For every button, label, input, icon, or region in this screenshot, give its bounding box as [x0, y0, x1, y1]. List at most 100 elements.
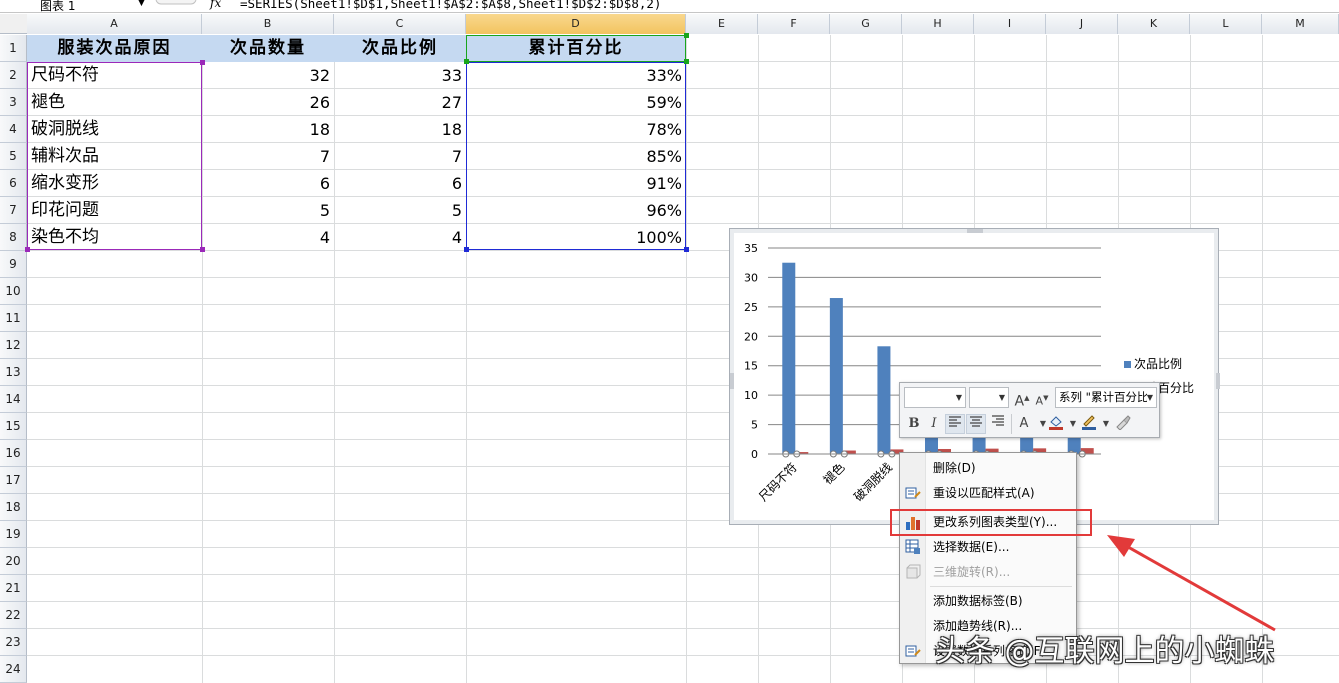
row-header[interactable]: 15 — [0, 413, 27, 440]
cell-c4[interactable]: 18 — [334, 116, 466, 143]
menu-item-select-data[interactable]: 选择数据(E)... — [900, 535, 1076, 559]
cell-b6[interactable]: 6 — [202, 170, 334, 197]
row-header[interactable]: 22 — [0, 602, 27, 629]
legend-swatch[interactable] — [1124, 361, 1131, 368]
align-left-icon[interactable] — [945, 414, 965, 434]
row-header[interactable]: 13 — [0, 359, 27, 386]
column-header-d[interactable]: D — [466, 14, 686, 34]
align-center-icon[interactable] — [966, 414, 986, 434]
formula-input[interactable]: =SERIES(Sheet1!$D$1,Sheet1!$A$2:$A$8,She… — [240, 0, 661, 11]
font-color-button[interactable]: A — [1014, 414, 1034, 434]
shrink-font-icon[interactable]: A▼ — [1032, 388, 1052, 408]
row-header[interactable]: 16 — [0, 440, 27, 467]
bar[interactable] — [782, 262, 796, 454]
y-tick-label[interactable]: 5 — [751, 419, 758, 432]
y-tick-label[interactable]: 10 — [744, 389, 758, 402]
grow-font-icon[interactable]: A▲ — [1012, 388, 1032, 410]
y-tick-label[interactable]: 30 — [744, 271, 758, 284]
font-name-combo[interactable]: ▼ — [904, 387, 966, 408]
name-box[interactable]: 图表 1 — [40, 0, 75, 12]
cell-b1[interactable]: 次品数量 — [202, 35, 334, 62]
range-handle[interactable] — [200, 247, 205, 252]
legend-label[interactable]: 次品比例 — [1134, 357, 1182, 371]
x-tick-label[interactable]: 破洞脱线 — [850, 460, 895, 505]
font-size-combo[interactable]: ▼ — [969, 387, 1009, 408]
cell-a1[interactable]: 服装次品原因 — [27, 35, 202, 62]
category-range-highlight[interactable] — [27, 62, 202, 250]
cell-c6[interactable]: 6 — [334, 170, 466, 197]
row-header[interactable]: 10 — [0, 278, 27, 305]
cell-c8[interactable]: 4 — [334, 224, 466, 251]
cell-c3[interactable]: 27 — [334, 89, 466, 116]
range-handle[interactable] — [25, 247, 30, 252]
x-tick-label[interactable]: 尺码不符 — [755, 460, 800, 505]
y-tick-label[interactable]: 20 — [744, 330, 758, 343]
row-header[interactable]: 14 — [0, 386, 27, 413]
series-name-highlight[interactable] — [466, 35, 686, 62]
row-header[interactable]: 3 — [0, 89, 27, 116]
range-handle[interactable] — [464, 59, 469, 64]
insert-function-button[interactable]: fx — [210, 0, 221, 10]
row-header[interactable]: 6 — [0, 170, 27, 197]
column-header-i[interactable]: I — [974, 14, 1046, 34]
row-header[interactable]: 7 — [0, 197, 27, 224]
y-tick-label[interactable]: 0 — [751, 448, 758, 461]
y-tick-label[interactable]: 35 — [744, 242, 758, 255]
row-header[interactable]: 9 — [0, 251, 27, 278]
row-header[interactable]: 20 — [0, 548, 27, 575]
align-right-icon[interactable] — [988, 414, 1008, 434]
cell-b3[interactable]: 26 — [202, 89, 334, 116]
menu-item-reset-style[interactable]: 重设以匹配样式(A) — [900, 481, 1076, 505]
chart-resize-handle[interactable] — [730, 373, 734, 389]
row-header[interactable]: 19 — [0, 521, 27, 548]
cell-c7[interactable]: 5 — [334, 197, 466, 224]
cell-b4[interactable]: 18 — [202, 116, 334, 143]
chart-resize-handle[interactable] — [967, 229, 983, 233]
bold-button[interactable]: B — [904, 414, 924, 434]
series-values-highlight[interactable] — [466, 62, 686, 250]
column-header-a[interactable]: A — [27, 14, 202, 34]
column-header-f[interactable]: F — [758, 14, 830, 34]
column-header-g[interactable]: G — [830, 14, 902, 34]
x-tick-label[interactable]: 褪色 — [820, 460, 848, 488]
cell-b2[interactable]: 32 — [202, 62, 334, 89]
column-header-m[interactable]: M — [1262, 14, 1339, 34]
row-header[interactable]: 2 — [0, 62, 27, 89]
range-handle[interactable] — [684, 59, 689, 64]
menu-item-delete[interactable]: 删除(D) — [900, 456, 1076, 480]
y-tick-label[interactable]: 25 — [744, 301, 758, 314]
chart-element-combo[interactable]: 系列 "累计百分比" ▼ — [1055, 387, 1157, 408]
row-header[interactable]: 17 — [0, 467, 27, 494]
row-header[interactable]: 21 — [0, 575, 27, 602]
cell-c1[interactable]: 次品比例 — [334, 35, 466, 62]
row-header[interactable]: 8 — [0, 224, 27, 251]
row-header[interactable]: 1 — [0, 35, 27, 62]
column-header-e[interactable]: E — [686, 14, 758, 34]
cell-b8[interactable]: 4 — [202, 224, 334, 251]
name-box-dropdown-icon[interactable]: ▼ — [138, 0, 145, 8]
menu-item-add-data-labels[interactable]: 添加数据标签(B) — [900, 589, 1076, 613]
range-handle[interactable] — [200, 60, 205, 65]
column-header-j[interactable]: J — [1046, 14, 1118, 34]
y-tick-label[interactable]: 15 — [744, 360, 758, 373]
row-header[interactable]: 4 — [0, 116, 27, 143]
cell-c2[interactable]: 33 — [334, 62, 466, 89]
chart-resize-handle[interactable] — [1216, 373, 1220, 389]
column-header-h[interactable]: H — [902, 14, 974, 34]
row-header[interactable]: 5 — [0, 143, 27, 170]
row-header[interactable]: 23 — [0, 629, 27, 656]
italic-button[interactable]: I — [924, 414, 944, 434]
format-painter-icon[interactable] — [1113, 414, 1133, 434]
cell-b5[interactable]: 7 — [202, 143, 334, 170]
row-header[interactable]: 24 — [0, 656, 27, 683]
column-header-k[interactable]: K — [1118, 14, 1190, 34]
row-header[interactable]: 18 — [0, 494, 27, 521]
column-header-b[interactable]: B — [202, 14, 334, 34]
bar[interactable] — [829, 298, 843, 454]
range-handle[interactable] — [684, 247, 689, 252]
column-header-l[interactable]: L — [1190, 14, 1262, 34]
cell-b7[interactable]: 5 — [202, 197, 334, 224]
range-handle[interactable] — [464, 247, 469, 252]
cell-c5[interactable]: 7 — [334, 143, 466, 170]
row-header[interactable]: 12 — [0, 332, 27, 359]
